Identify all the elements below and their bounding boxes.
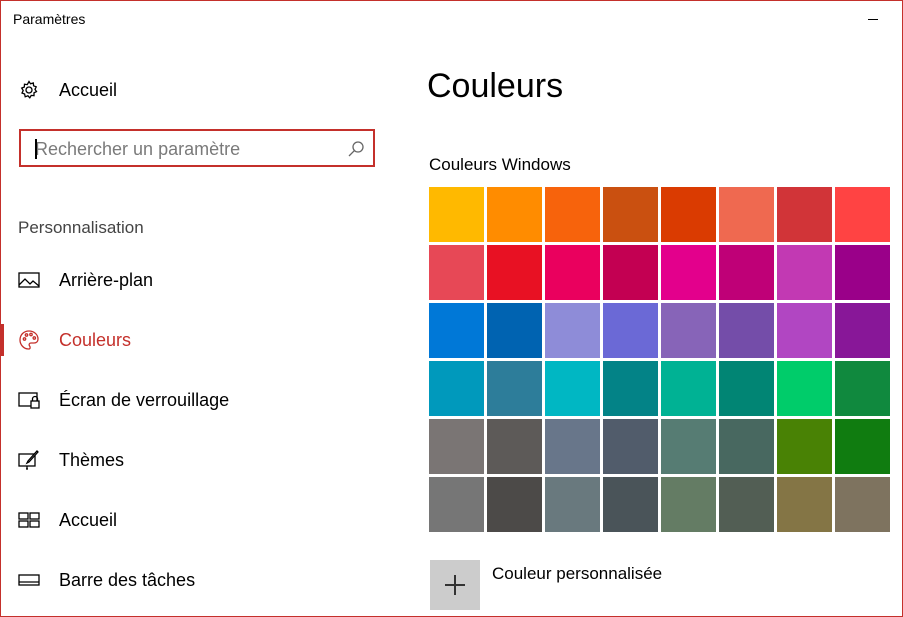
color-swatch[interactable] [661, 303, 716, 358]
color-swatch[interactable] [487, 419, 542, 474]
lock-screen-icon [18, 389, 40, 411]
color-swatch[interactable] [545, 477, 600, 532]
color-swatch[interactable] [487, 187, 542, 242]
plus-icon-stroke [454, 575, 456, 595]
taskbar-icon [18, 569, 40, 591]
gear-icon [18, 79, 40, 101]
color-swatch[interactable] [487, 361, 542, 416]
color-swatch[interactable] [603, 361, 658, 416]
active-indicator [1, 324, 4, 356]
color-swatch[interactable] [719, 303, 774, 358]
sidebar-item-label: Thèmes [59, 449, 125, 470]
sidebar-item-background[interactable]: Arrière-plan [1, 260, 391, 300]
page-title: Couleurs [427, 67, 564, 105]
color-swatch[interactable] [603, 419, 658, 474]
sidebar-item-colors[interactable]: Couleurs [1, 320, 391, 360]
color-swatch[interactable] [487, 245, 542, 300]
color-swatch[interactable] [777, 361, 832, 416]
color-swatch[interactable] [545, 187, 600, 242]
search-icon[interactable] [347, 140, 365, 158]
search-box[interactable] [19, 129, 375, 167]
sidebar-item-start[interactable]: Accueil [1, 500, 391, 540]
picture-icon [18, 269, 40, 291]
color-swatch[interactable] [661, 245, 716, 300]
color-swatch[interactable] [719, 245, 774, 300]
window-title: Paramètres [13, 11, 86, 27]
color-swatch[interactable] [719, 187, 774, 242]
color-swatch[interactable] [835, 419, 890, 474]
title-bar: Paramètres [1, 1, 902, 37]
sidebar-home-label: Accueil [59, 79, 118, 100]
sidebar-item-lock-screen[interactable]: Écran de verrouillage [1, 380, 391, 420]
sidebar-item-label: Couleurs [59, 329, 132, 350]
custom-color-label[interactable]: Couleur personnalisée [492, 564, 662, 584]
sidebar-item-label: Arrière-plan [59, 269, 154, 290]
sidebar-home[interactable]: Accueil [1, 70, 391, 110]
color-swatch[interactable] [487, 477, 542, 532]
color-swatch[interactable] [429, 303, 484, 358]
sidebar-item-label: Écran de verrouillage [59, 389, 230, 410]
color-swatch[interactable] [603, 187, 658, 242]
color-swatch[interactable] [545, 245, 600, 300]
color-swatch[interactable] [719, 477, 774, 532]
minimize-button[interactable] [864, 5, 882, 29]
color-swatch[interactable] [835, 477, 890, 532]
color-swatch[interactable] [777, 477, 832, 532]
color-swatch[interactable] [777, 303, 832, 358]
color-swatch[interactable] [487, 303, 542, 358]
color-swatch[interactable] [835, 187, 890, 242]
color-swatch[interactable] [777, 419, 832, 474]
color-swatch[interactable] [429, 477, 484, 532]
color-swatch[interactable] [719, 361, 774, 416]
sidebar-item-label: Accueil [59, 509, 118, 530]
sidebar-item-themes[interactable]: Thèmes [1, 440, 391, 480]
color-swatch[interactable] [545, 419, 600, 474]
color-swatch[interactable] [429, 361, 484, 416]
color-swatch[interactable] [719, 419, 774, 474]
settings-window: Paramètres Accueil Personnalisation [0, 0, 903, 617]
color-swatch[interactable] [835, 245, 890, 300]
section-label: Personnalisation [18, 218, 144, 237]
palette-icon [18, 329, 40, 351]
color-swatch[interactable] [429, 245, 484, 300]
themes-icon [18, 449, 40, 471]
add-custom-color-button[interactable] [430, 560, 480, 610]
text-cursor [35, 139, 37, 159]
color-swatch[interactable] [661, 361, 716, 416]
windows-colors-heading: Couleurs Windows [429, 155, 571, 174]
color-swatch[interactable] [777, 245, 832, 300]
color-swatch[interactable] [603, 245, 658, 300]
color-swatch[interactable] [777, 187, 832, 242]
color-swatch[interactable] [429, 419, 484, 474]
color-swatch[interactable] [429, 187, 484, 242]
color-swatch[interactable] [661, 477, 716, 532]
start-icon [18, 509, 40, 531]
color-swatch[interactable] [661, 419, 716, 474]
color-swatch[interactable] [661, 187, 716, 242]
color-swatch[interactable] [835, 361, 890, 416]
color-swatch[interactable] [545, 303, 600, 358]
color-swatch[interactable] [603, 477, 658, 532]
minimize-icon [868, 19, 878, 20]
sidebar-item-label: Barre des tâches [59, 569, 196, 590]
search-input[interactable] [35, 136, 335, 162]
color-swatch[interactable] [545, 361, 600, 416]
sidebar-item-taskbar[interactable]: Barre des tâches [1, 560, 391, 600]
color-swatch[interactable] [835, 303, 890, 358]
color-swatch[interactable] [603, 303, 658, 358]
